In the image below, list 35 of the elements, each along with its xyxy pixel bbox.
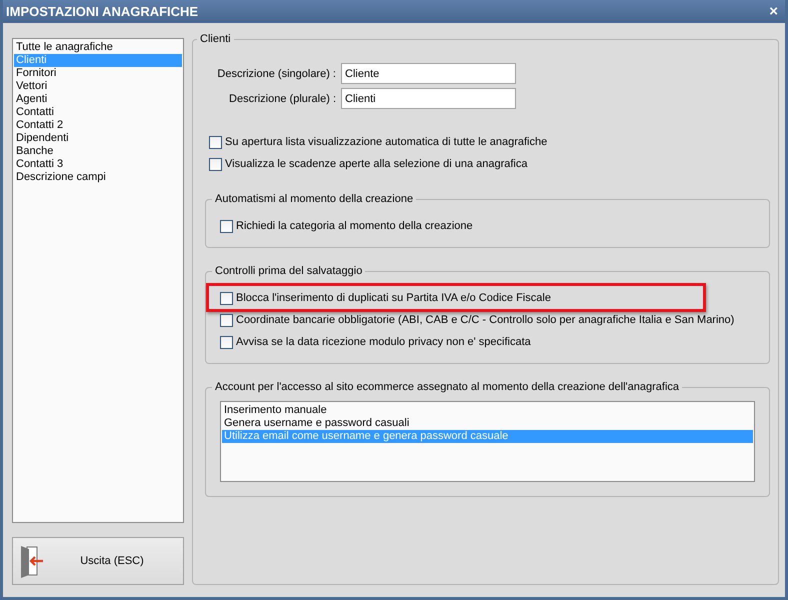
window-title: IMPOSTAZIONI ANAGRAFICHE [6, 4, 198, 19]
group-title: Automatismi al momento della creazione [214, 193, 414, 205]
checkbox-label: Blocca l'inserimento di duplicati su Partita IVA e/o Codice Fiscale [236, 292, 551, 304]
sidebar-item[interactable]: Descrizione campi [14, 171, 182, 184]
sidebar-item[interactable]: Banche [14, 145, 182, 158]
panel-title: Clienti [199, 33, 232, 45]
checkbox-label: Coordinate bancarie obbligatorie (ABI, CAB e C/C - Controllo solo per anagrafiche Italia e San Marino) [236, 314, 734, 326]
sidebar-item[interactable]: Vettori [14, 80, 182, 93]
checkbox[interactable] [209, 158, 222, 170]
sidebar-item[interactable]: Fornitori [14, 67, 182, 80]
sidebar-item[interactable]: Contatti 3 [14, 158, 182, 171]
close-button[interactable]: × [766, 4, 781, 19]
checkbox[interactable] [220, 292, 233, 304]
checkbox-label: Su apertura lista visualizzazione automatica di tutte le anagrafiche [225, 136, 548, 148]
exit-button[interactable]: Uscita (ESC) [12, 537, 184, 585]
sidebar-item[interactable]: Tutte le anagrafiche [14, 41, 182, 54]
checkbox[interactable] [220, 220, 233, 232]
checkbox-label: Richiedi la categoria al momento della creazione [236, 220, 473, 232]
checkbox-label: Visualizza le scadenze aperte alla selezione di una anagrafica [225, 158, 528, 170]
checkbox[interactable] [220, 336, 233, 348]
group-title: Account per l'accesso al sito ecommerce assegnato al momento della creazione dell'anagrafica [214, 381, 680, 393]
checkbox-label: Avvisa se la data ricezione modulo privacy non e' specificata [236, 336, 531, 348]
list-item[interactable]: Genera username e password casuali [222, 417, 753, 430]
input-field[interactable]: Clienti [341, 88, 516, 109]
sidebar-item[interactable]: Contatti [14, 106, 182, 119]
input-field[interactable]: Cliente [341, 63, 516, 84]
field-label: Descrizione (plurale) : [228, 92, 337, 104]
checkbox[interactable] [209, 136, 222, 148]
checkbox[interactable] [220, 314, 233, 326]
sidebar-item[interactable]: Contatti 2 [14, 119, 182, 132]
sidebar-item[interactable]: Dipendenti [14, 132, 182, 145]
sidebar-item[interactable]: Agenti [14, 93, 182, 106]
list-item[interactable]: Inserimento manuale [222, 404, 753, 417]
group-title: Controlli prima del salvataggio [214, 265, 364, 277]
field-label: Descrizione (singolare) : [216, 68, 337, 80]
